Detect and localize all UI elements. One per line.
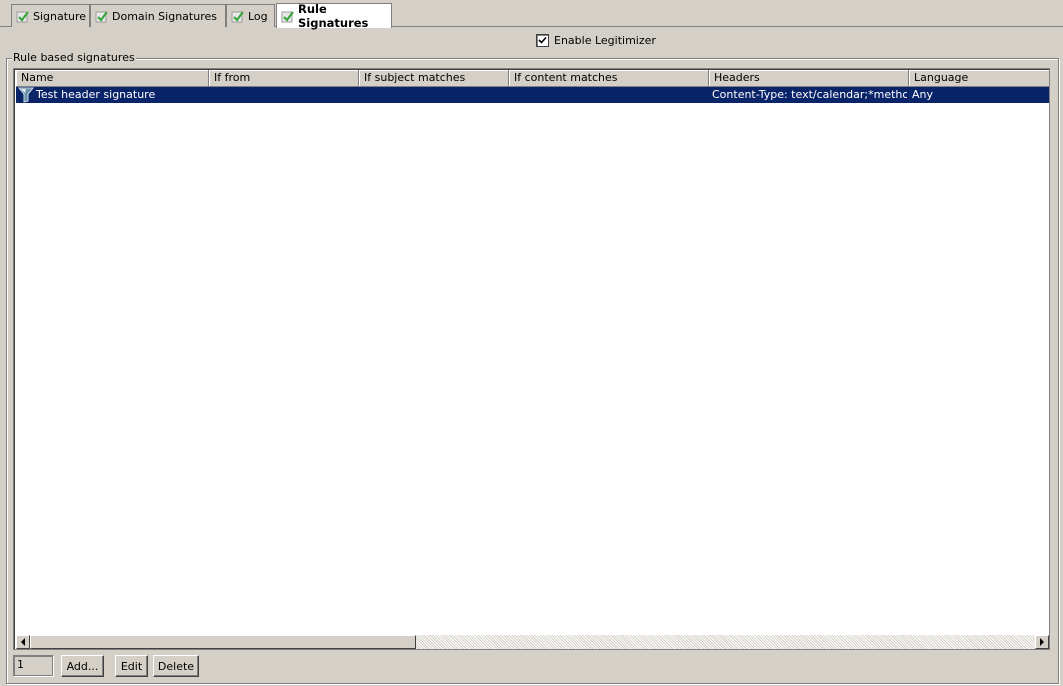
check-icon xyxy=(16,9,30,23)
enable-legitimizer-label[interactable]: Enable Legitimizer xyxy=(554,34,656,47)
group-title: Rule based signatures xyxy=(12,51,136,64)
enable-legitimizer-row: Enable Legitimizer xyxy=(536,32,656,48)
tab-label: Signature xyxy=(33,9,87,23)
column-header-language[interactable]: Language xyxy=(909,70,1049,87)
check-icon xyxy=(281,9,295,23)
column-header-name[interactable]: Name xyxy=(16,70,209,87)
tab-label: Domain Signatures xyxy=(112,9,217,23)
scroll-thumb[interactable] xyxy=(30,635,416,649)
scroll-right-button[interactable] xyxy=(1035,635,1049,649)
cell-language: Any xyxy=(912,88,934,101)
rule-signatures-list[interactable]: Name If from If subject matches If conte… xyxy=(13,68,1050,650)
edit-button[interactable]: Edit xyxy=(115,655,148,677)
add-button[interactable]: Add... xyxy=(61,655,104,677)
column-header-headers[interactable]: Headers xyxy=(709,70,909,87)
cell-headers: Content-Type: text/calendar;*method... xyxy=(712,88,907,101)
tab-label: Log xyxy=(248,9,268,23)
item-count-field: 1 xyxy=(13,655,53,676)
column-header-if-content[interactable]: If content matches xyxy=(509,70,709,87)
tab-rule-signatures[interactable]: Rule Signatures xyxy=(276,2,392,30)
checkmark-icon xyxy=(538,36,547,44)
cell-name: Test header signature xyxy=(36,88,156,101)
delete-button[interactable]: Delete xyxy=(153,655,199,677)
tab-domain-signatures[interactable]: Domain Signatures xyxy=(90,4,226,27)
funnel-icon xyxy=(17,87,35,103)
check-icon xyxy=(231,9,245,23)
tab-signature[interactable]: Signature xyxy=(11,4,90,27)
column-header-if-from[interactable]: If from xyxy=(209,70,359,87)
arrow-right-icon xyxy=(1040,638,1044,646)
arrow-left-icon xyxy=(21,638,25,646)
tab-strip: Signature Domain Signatures Log Rule Sig… xyxy=(0,0,1063,30)
tab-log[interactable]: Log xyxy=(226,4,275,27)
column-header-if-subject[interactable]: If subject matches xyxy=(359,70,509,87)
list-header: Name If from If subject matches If conte… xyxy=(16,70,1049,87)
horizontal-scrollbar[interactable] xyxy=(16,635,1049,649)
tab-label: Rule Signatures xyxy=(298,2,369,30)
table-row[interactable]: Test header signature Content-Type: text… xyxy=(16,87,1049,103)
enable-legitimizer-checkbox[interactable] xyxy=(536,33,549,47)
scroll-left-button[interactable] xyxy=(16,635,30,649)
check-icon xyxy=(95,9,109,23)
